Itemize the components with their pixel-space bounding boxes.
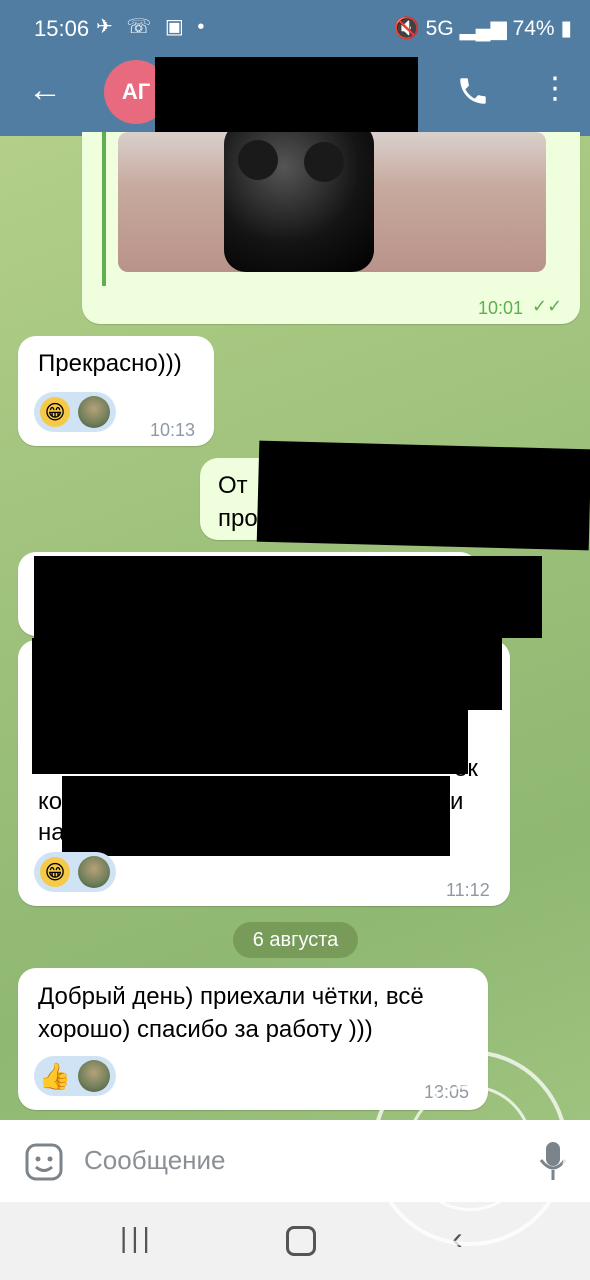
status-app-icons: ✈ ☏ ▣ •: [96, 16, 209, 38]
message-text-fragment: на: [38, 819, 65, 846]
message-text-fragment: ко: [38, 788, 63, 815]
message-input[interactable]: Сообщение: [84, 1145, 226, 1176]
date-separator: 6 августа: [233, 922, 358, 958]
thumbs-up-emoji-icon: 👍: [38, 1060, 72, 1091]
sticker-icon[interactable]: [24, 1142, 64, 1187]
rosary-bead-left: [238, 140, 278, 180]
reaction-chip[interactable]: 😁: [34, 392, 116, 432]
signal-icon: ▂▄▆: [459, 17, 507, 40]
message-time: 10:13: [150, 420, 196, 440]
status-time: 15:06: [34, 16, 90, 41]
more-menu-icon[interactable]: ⋮: [540, 72, 570, 106]
battery-icon: ▮: [560, 17, 572, 40]
message-text-fragment: и: [450, 788, 464, 815]
read-checkmarks-icon: ✓✓: [532, 296, 563, 316]
message-text-line2: про: [218, 505, 258, 532]
reaction-chip[interactable]: 👍: [34, 1056, 116, 1096]
message-text: Добрый день) приехали чётки, всё хорошо)…: [38, 983, 424, 1043]
message-time: 10:01: [478, 298, 524, 318]
redacted-text: [256, 440, 590, 551]
recent-apps-icon[interactable]: |||: [120, 1222, 154, 1254]
status-right: 🔇 5G ▂▄▆ 74% ▮: [394, 16, 572, 41]
redacted-text: [32, 638, 502, 710]
reactor-avatar: [78, 396, 110, 428]
redacted-contact-name: [155, 57, 418, 143]
home-icon[interactable]: [286, 1226, 316, 1256]
rosary-bead-right: [304, 142, 344, 182]
message-text-fragment: ек: [454, 755, 478, 782]
watermark-stamp: ⛑: [372, 1050, 568, 1246]
redacted-text: [32, 708, 468, 774]
message-time: 11:12: [446, 880, 490, 900]
redacted-text: [62, 776, 450, 856]
mute-icon: 🔇: [393, 17, 420, 40]
watermark-logo: ⛑: [407, 1085, 533, 1211]
photo-attachment[interactable]: [118, 132, 546, 272]
back-arrow-icon[interactable]: ←: [28, 70, 62, 110]
reactor-avatar: [78, 1060, 110, 1092]
battery-label: 74%: [512, 17, 555, 40]
reply-accent-bar: [102, 132, 106, 286]
reactor-avatar: [78, 856, 110, 888]
grin-emoji-icon: 😁: [40, 397, 70, 427]
grin-emoji-icon: 😁: [40, 857, 70, 887]
message-text: Прекрасно))): [38, 350, 182, 377]
message-text-line1: От: [218, 472, 248, 499]
reaction-chip[interactable]: 😁: [34, 852, 116, 892]
redacted-text: [34, 556, 542, 638]
phone-icon[interactable]: [456, 74, 490, 113]
network-label: 5G: [425, 17, 454, 40]
